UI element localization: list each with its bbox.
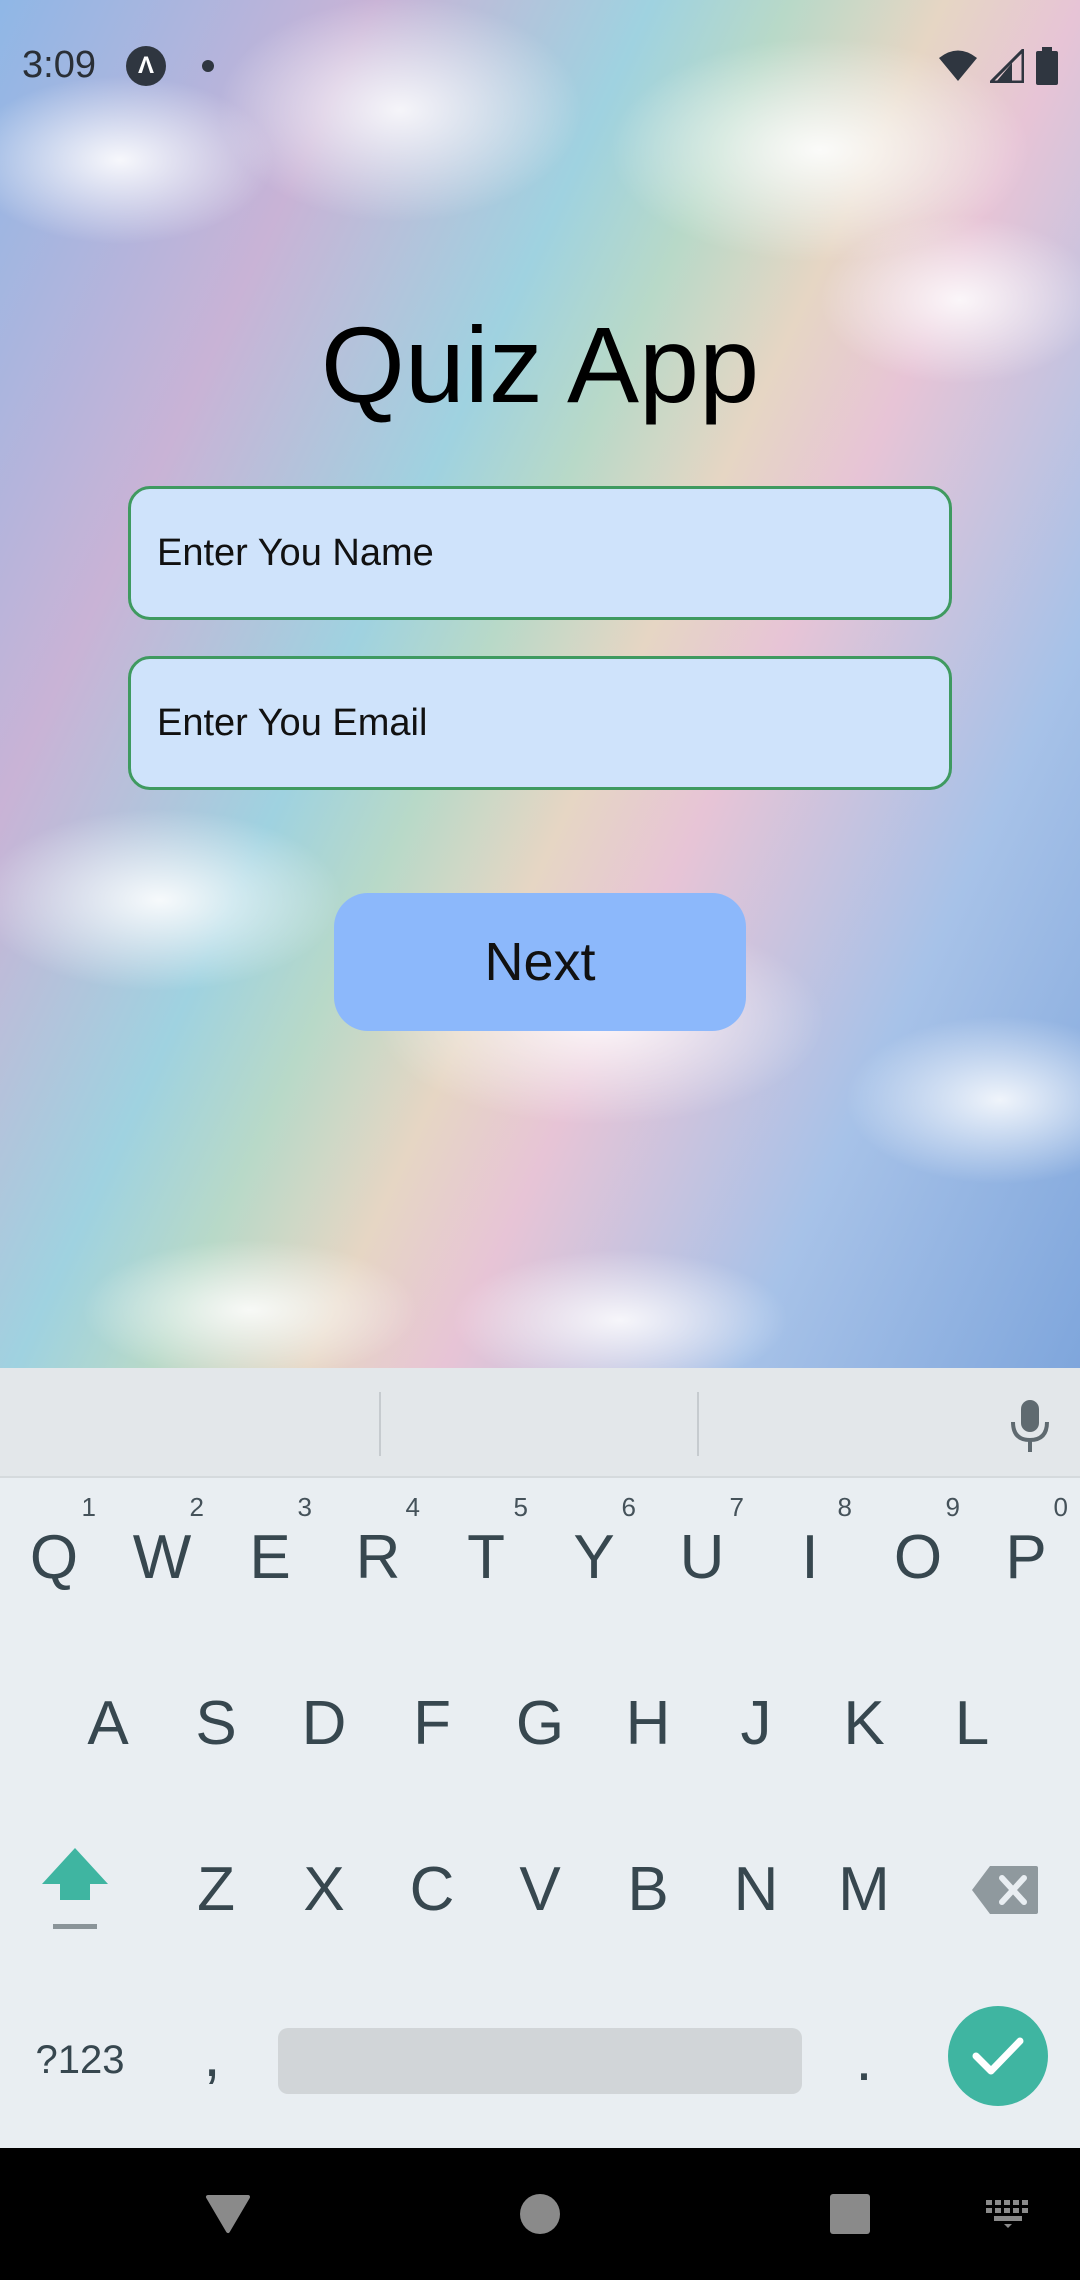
back-icon: [206, 2195, 250, 2233]
next-button[interactable]: Next: [334, 893, 746, 1031]
suggestion-divider: [697, 1392, 699, 1456]
battery-icon: [1036, 47, 1058, 85]
keyboard-row-bottom: ?123 , .: [0, 1976, 1080, 2144]
recents-button[interactable]: [798, 2148, 902, 2280]
key-o[interactable]: O9: [864, 1478, 972, 1638]
shift-key[interactable]: [0, 1810, 150, 1970]
key-j[interactable]: J: [702, 1644, 810, 1804]
keyboard-switch-icon: [986, 2200, 1028, 2228]
key-number-hint: 8: [837, 1492, 852, 1522]
email-input[interactable]: Enter You Email: [128, 656, 952, 790]
checkmark-icon: [972, 2037, 1024, 2075]
key-e[interactable]: E3: [216, 1478, 324, 1638]
enter-key[interactable]: [948, 2006, 1048, 2106]
soft-keyboard: Q1W2E3R4T5Y6U7I8O9P0 ASDFGHJKL ZXCVBNM ?…: [0, 1368, 1080, 2148]
key-v[interactable]: V: [486, 1810, 594, 1970]
key-label: O: [893, 1523, 943, 1592]
microphone-icon[interactable]: [1006, 1398, 1054, 1454]
screen: 3:09 Λ Quiz App Enter You Name Enter You…: [0, 0, 1080, 2280]
key-label: Q: [29, 1523, 79, 1592]
status-icons: [938, 46, 1058, 86]
next-button-label: Next: [484, 932, 596, 992]
navigation-bar: [0, 2148, 1080, 2280]
cell-signal-icon: [990, 49, 1024, 83]
key-number-hint: 9: [945, 1492, 960, 1522]
key-k[interactable]: K: [810, 1644, 918, 1804]
keyboard-row-qwerty: Q1W2E3R4T5Y6U7I8O9P0: [0, 1478, 1080, 1638]
key-number-hint: 7: [729, 1492, 744, 1522]
key-q[interactable]: Q1: [0, 1478, 108, 1638]
key-number-hint: 2: [189, 1492, 204, 1522]
key-z[interactable]: Z: [162, 1810, 270, 1970]
key-label: E: [249, 1523, 291, 1592]
dot-icon: [202, 60, 214, 72]
key-w[interactable]: W2: [108, 1478, 216, 1638]
space-key[interactable]: [278, 2028, 802, 2094]
key-p[interactable]: P0: [972, 1478, 1080, 1638]
key-number-hint: 4: [405, 1492, 420, 1522]
key-number-hint: 5: [513, 1492, 528, 1522]
key-d[interactable]: D: [270, 1644, 378, 1804]
keyboard-switch-button[interactable]: [972, 2148, 1044, 2280]
key-label: R: [355, 1523, 401, 1592]
key-label: P: [1005, 1523, 1047, 1592]
status-time: 3:09: [22, 44, 96, 86]
app-background: 3:09 Λ Quiz App Enter You Name Enter You…: [0, 0, 1080, 1368]
key-a[interactable]: A: [54, 1644, 162, 1804]
key-y[interactable]: Y6: [540, 1478, 648, 1638]
key-l[interactable]: L: [918, 1644, 1026, 1804]
app-notification-icon: Λ: [126, 46, 166, 86]
key-t[interactable]: T5: [432, 1478, 540, 1638]
email-input-placeholder: Enter You Email: [157, 701, 428, 744]
shift-arrow-icon: [42, 1848, 108, 1929]
name-input-placeholder: Enter You Name: [157, 531, 434, 574]
key-label: Y: [573, 1523, 615, 1592]
key-number-hint: 6: [621, 1492, 636, 1522]
key-r[interactable]: R4: [324, 1478, 432, 1638]
key-n[interactable]: N: [702, 1810, 810, 1970]
suggestion-divider: [379, 1392, 381, 1456]
key-label: W: [132, 1523, 192, 1592]
backspace-icon: [972, 1866, 1038, 1914]
recents-icon: [830, 2194, 870, 2234]
key-m[interactable]: M: [810, 1810, 918, 1970]
key-number-hint: 3: [297, 1492, 312, 1522]
keyboard-row-zxcv: ZXCVBNM: [0, 1810, 1080, 1970]
key-label: U: [679, 1523, 725, 1592]
backspace-key[interactable]: [930, 1810, 1080, 1970]
key-h[interactable]: H: [594, 1644, 702, 1804]
name-input[interactable]: Enter You Name: [128, 486, 952, 620]
back-button[interactable]: [176, 2148, 280, 2280]
home-icon: [520, 2194, 560, 2234]
status-bar: 3:09 Λ: [0, 0, 1080, 132]
key-i[interactable]: I8: [756, 1478, 864, 1638]
key-c[interactable]: C: [378, 1810, 486, 1970]
key-label: T: [467, 1523, 505, 1592]
page-title: Quiz App: [320, 304, 760, 425]
comma-key[interactable]: ,: [172, 1976, 252, 2144]
key-number-hint: 0: [1053, 1492, 1068, 1522]
suggestion-strip: [0, 1368, 1080, 1478]
key-label: I: [801, 1523, 819, 1592]
key-u[interactable]: U7: [648, 1478, 756, 1638]
key-g[interactable]: G: [486, 1644, 594, 1804]
key-number-hint: 1: [81, 1492, 96, 1522]
key-b[interactable]: B: [594, 1810, 702, 1970]
key-s[interactable]: S: [162, 1644, 270, 1804]
key-f[interactable]: F: [378, 1644, 486, 1804]
symbols-key[interactable]: ?123: [0, 1976, 160, 2144]
period-key[interactable]: .: [824, 1976, 904, 2144]
keyboard-row-asdf: ASDFGHJKL: [0, 1644, 1080, 1804]
key-x[interactable]: X: [270, 1810, 378, 1970]
wifi-icon: [939, 50, 977, 81]
home-button[interactable]: [488, 2148, 592, 2280]
